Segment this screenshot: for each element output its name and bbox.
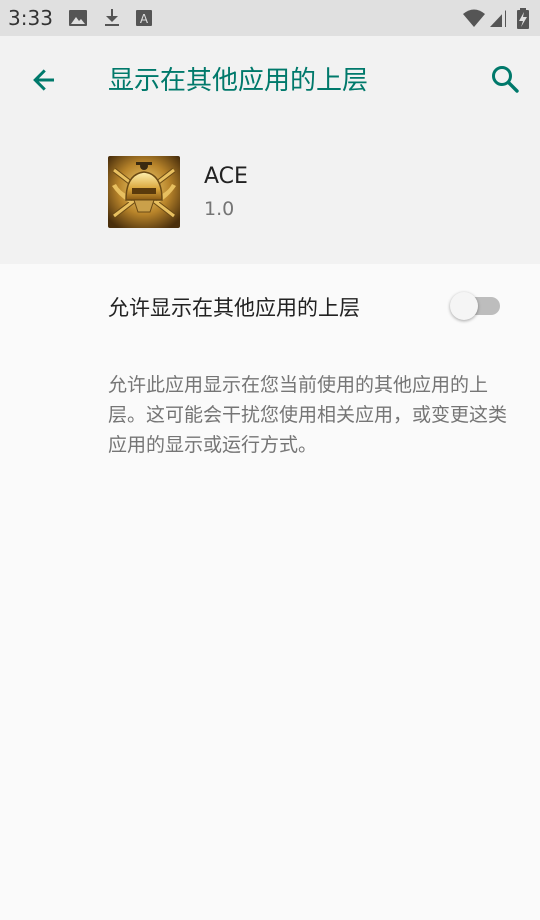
battery-icon [517, 8, 529, 29]
app-bar: 显示在其他应用的上层 [0, 36, 540, 124]
arrow-back-icon [33, 69, 54, 91]
preference-summary: 允许此应用显示在您当前使用的其他应用的上层。这可能会干扰您使用相关应用，或变更这… [108, 374, 508, 456]
image-icon [69, 10, 87, 26]
search-icon [492, 66, 519, 93]
signal-icon [490, 9, 506, 27]
allow-overlay-switch[interactable] [448, 290, 502, 320]
app-name: ACE [204, 164, 248, 189]
switch-thumb [450, 292, 478, 320]
preference-label: 允许显示在其他应用的上层 [108, 296, 360, 320]
search-button[interactable] [484, 58, 528, 102]
page-title: 显示在其他应用的上层 [108, 66, 369, 96]
status-bar: 3:33 A [0, 0, 540, 36]
back-button[interactable] [22, 58, 66, 102]
a-badge-icon: A [136, 10, 152, 26]
app-icon [108, 156, 180, 228]
svg-text:A: A [140, 12, 149, 26]
allow-overlay-preference[interactable]: 允许显示在其他应用的上层 [0, 264, 540, 348]
app-header: ACE 1.0 [0, 124, 540, 264]
helmet-logo-icon [108, 156, 180, 228]
download-icon [105, 9, 119, 26]
wifi-icon [463, 9, 485, 27]
status-time: 3:33 [8, 6, 53, 30]
app-version: 1.0 [204, 198, 235, 220]
